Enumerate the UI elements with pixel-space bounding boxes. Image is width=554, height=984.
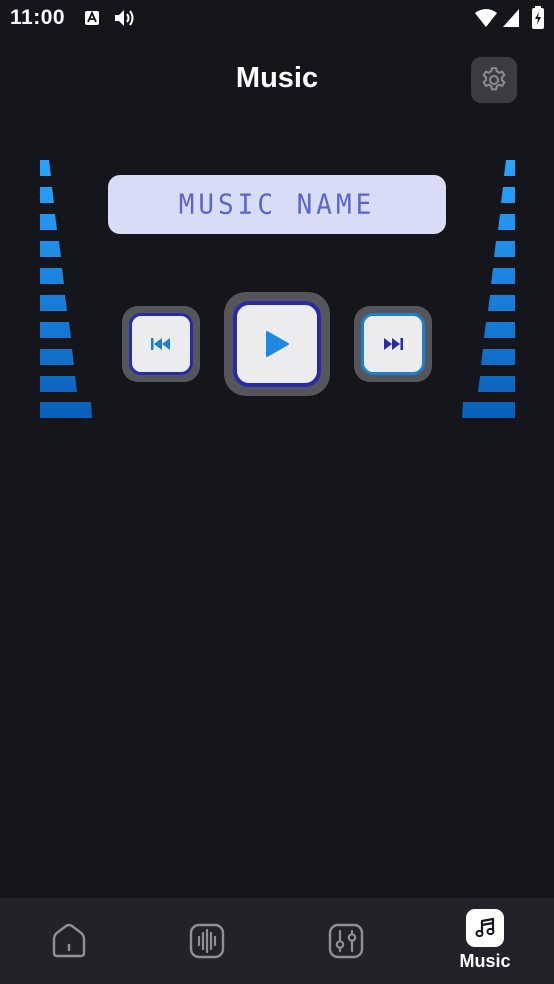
play-button[interactable]: [224, 292, 330, 396]
home-icon: [52, 923, 86, 958]
waveform-icon: [189, 923, 225, 959]
signal-icon: [503, 9, 519, 27]
music-note-icon: [466, 909, 504, 947]
next-button-face[interactable]: [361, 313, 425, 375]
next-icon: [384, 338, 403, 350]
battery-icon: [532, 6, 544, 29]
nav-item-home[interactable]: [0, 898, 138, 984]
sliders-icon: [328, 923, 364, 959]
nav-item-music[interactable]: Music: [416, 898, 554, 984]
previous-button-face[interactable]: [129, 313, 193, 375]
previous-button[interactable]: [122, 306, 200, 382]
nav-label-music: Music: [459, 951, 511, 971]
nav-item-sound[interactable]: [138, 898, 276, 984]
bottom-navigation: Music: [0, 898, 554, 984]
wifi-icon: [475, 9, 497, 27]
equalizer-bars-left: [40, 160, 92, 418]
volume-icon: [115, 10, 134, 26]
keyboard-a-icon: [85, 10, 99, 25]
equalizer-bars-right: [462, 160, 515, 418]
track-name-display: MUSIC NAME: [108, 175, 446, 234]
track-name: MUSIC NAME: [178, 188, 376, 221]
status-bar: 11:00: [0, 0, 554, 36]
previous-icon: [151, 338, 170, 350]
gear-icon: [482, 67, 506, 91]
next-button[interactable]: [354, 306, 432, 382]
status-time: 11:00: [10, 6, 66, 29]
play-icon: [266, 331, 289, 357]
play-button-face[interactable]: [233, 301, 321, 387]
nav-item-equalizer[interactable]: [277, 898, 415, 984]
settings-button[interactable]: [471, 57, 517, 103]
